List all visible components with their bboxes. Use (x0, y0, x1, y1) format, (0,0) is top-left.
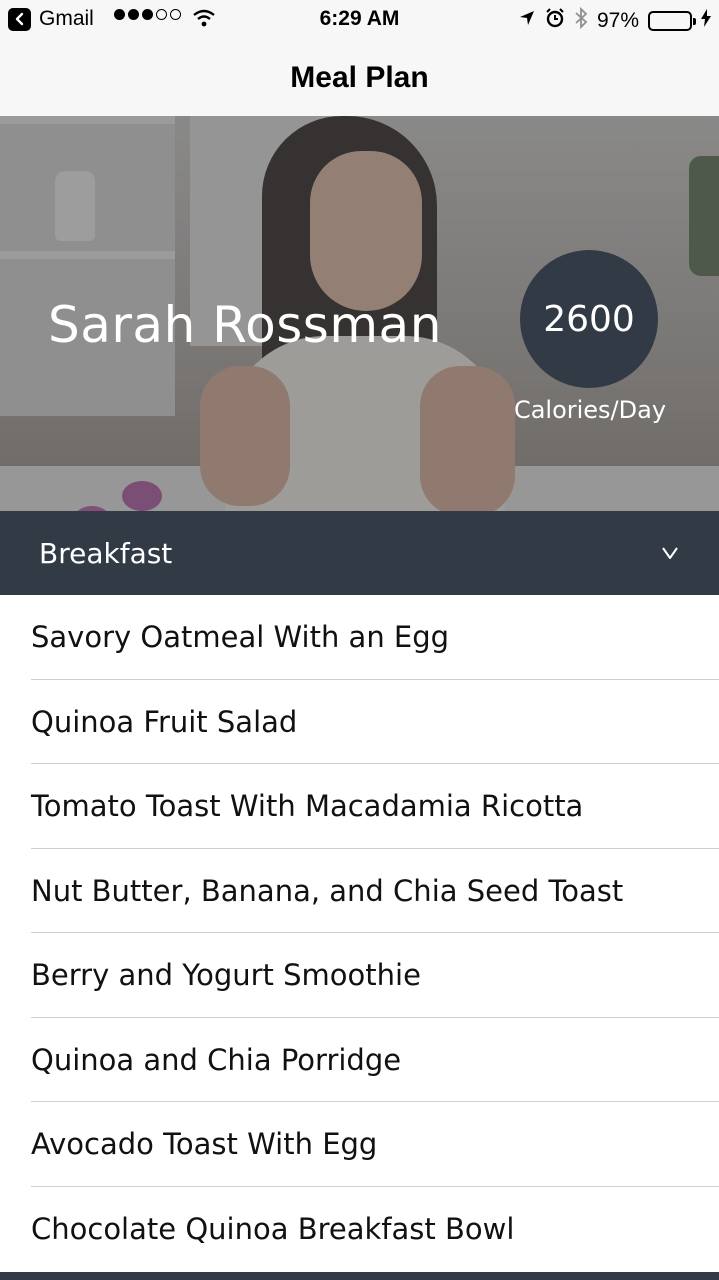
meal-name: Berry and Yogurt Smoothie (31, 958, 421, 993)
profile-banner: Sarah Rossman 2600 Calories/Day (0, 116, 719, 512)
meal-name: Quinoa Fruit Salad (31, 704, 298, 739)
battery-icon (648, 11, 696, 31)
charging-bolt-icon (701, 9, 711, 33)
list-item[interactable]: Savory Oatmeal With an Egg (0, 595, 719, 680)
meal-name: Tomato Toast With Macadamia Ricotta (31, 789, 584, 824)
list-item[interactable]: Quinoa Fruit Salad (0, 680, 719, 765)
calories-value: 2600 (543, 298, 635, 340)
status-bar: Gmail 6:29 AM 97% (0, 0, 719, 40)
chevron-down-icon[interactable] (660, 543, 680, 563)
list-item[interactable]: Chocolate Quinoa Breakfast Bowl (0, 1187, 719, 1272)
calories-label: Calories/Day (513, 396, 667, 424)
list-item[interactable]: Quinoa and Chia Porridge (0, 1018, 719, 1103)
alarm-clock-icon (545, 8, 565, 34)
list-item[interactable]: Nut Butter, Banana, and Chia Seed Toast (0, 849, 719, 934)
next-section-header-edge[interactable] (0, 1272, 719, 1280)
meal-name: Avocado Toast With Egg (31, 1127, 378, 1162)
list-item[interactable]: Berry and Yogurt Smoothie (0, 933, 719, 1018)
section-title: Breakfast (39, 536, 173, 570)
meal-name: Savory Oatmeal With an Egg (31, 620, 450, 655)
bluetooth-icon (574, 6, 588, 35)
list-item[interactable]: Avocado Toast With Egg (0, 1102, 719, 1187)
meal-name: Chocolate Quinoa Breakfast Bowl (31, 1211, 515, 1246)
navigation-bar: Meal Plan (0, 40, 719, 116)
section-header-breakfast[interactable]: Breakfast (0, 511, 719, 595)
battery-percent: 97% (596, 9, 639, 32)
meal-name: Nut Butter, Banana, and Chia Seed Toast (31, 873, 624, 908)
user-name: Sarah Rossman (48, 296, 442, 354)
meal-list: Savory Oatmeal With an Egg Quinoa Fruit … (0, 595, 719, 1271)
list-item[interactable]: Tomato Toast With Macadamia Ricotta (0, 764, 719, 849)
calories-badge: 2600 (520, 250, 658, 388)
meal-name: Quinoa and Chia Porridge (31, 1042, 402, 1077)
page-title: Meal Plan (290, 61, 429, 94)
location-arrow-icon (518, 9, 536, 33)
